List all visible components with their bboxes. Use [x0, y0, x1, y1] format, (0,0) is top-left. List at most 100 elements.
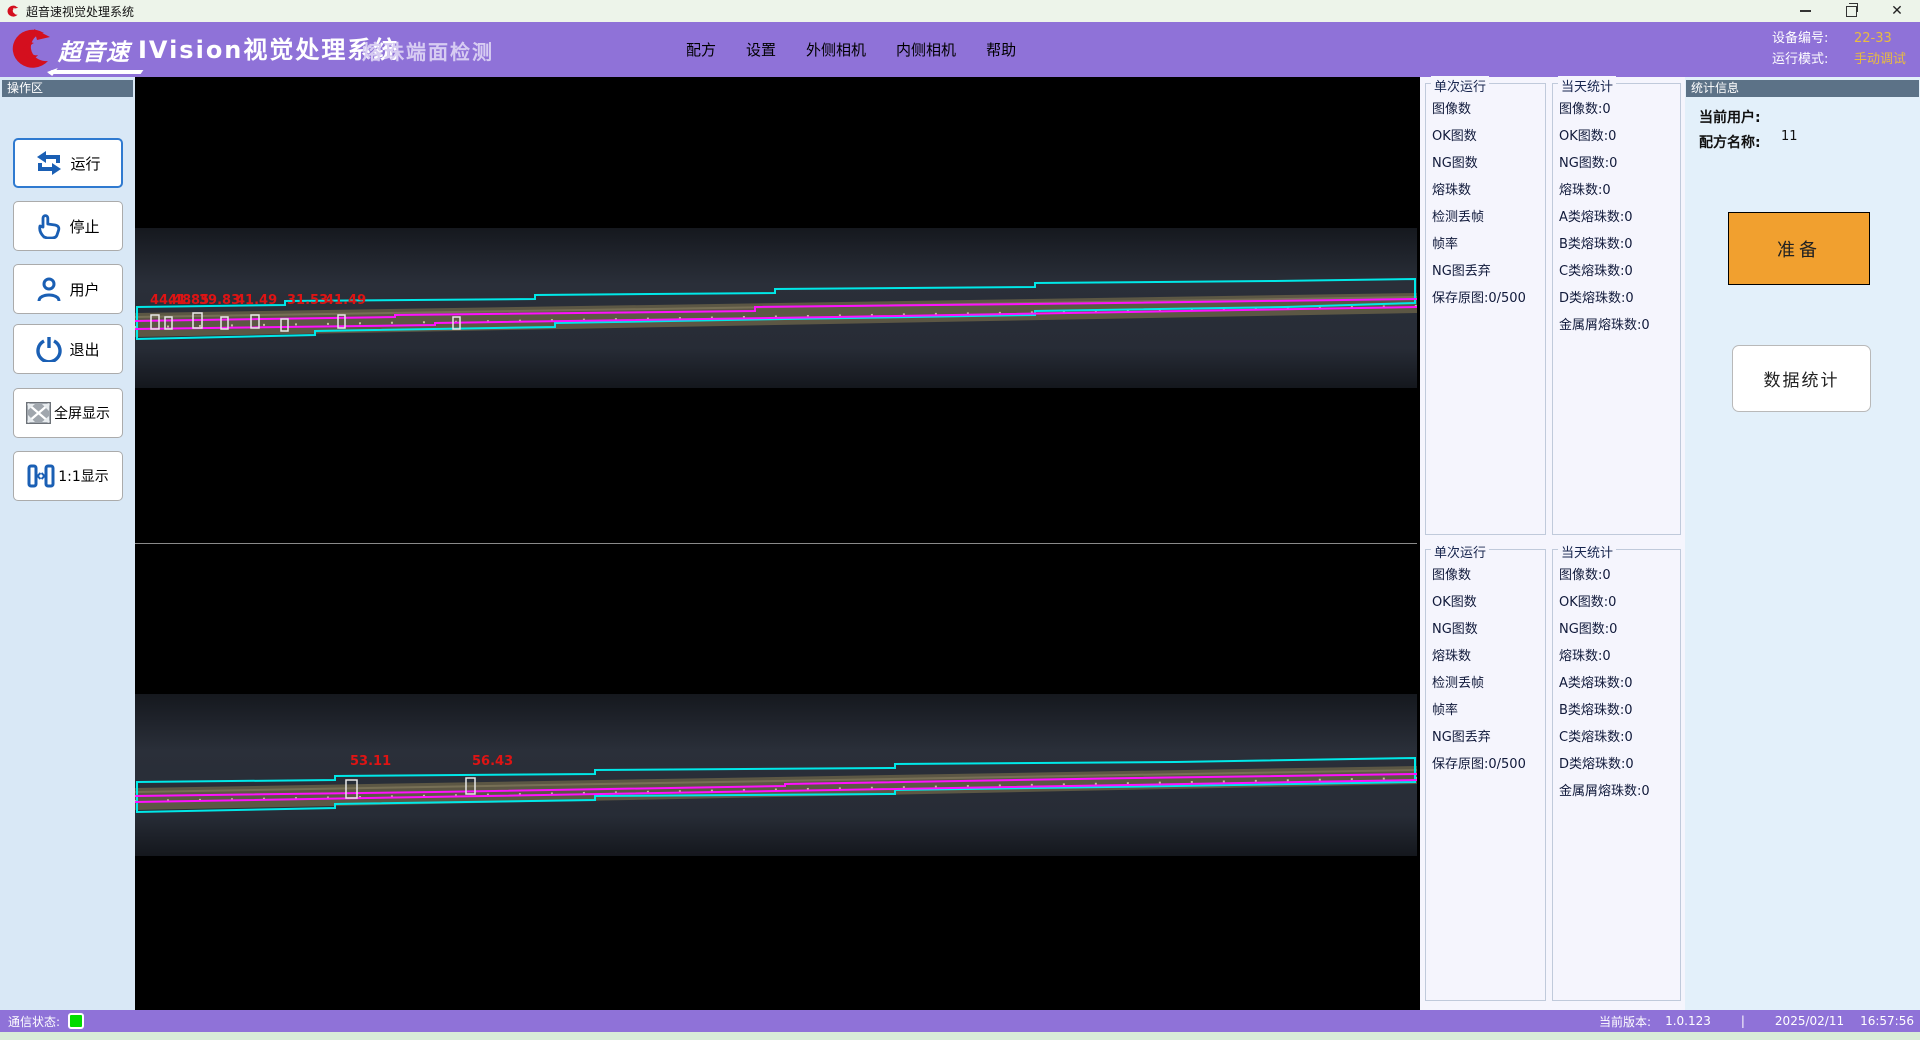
close-button[interactable]: ✕	[1874, 0, 1920, 22]
sidebar-caption: 操作区	[2, 80, 133, 97]
stat-item: C类熔珠数:0	[1559, 258, 1680, 285]
daily-stats-groupbox: 当天统计 图像数:0OK图数:0NG图数:0熔珠数:0A类熔珠数:0B类熔珠数:…	[1552, 83, 1681, 535]
stat-item: A类熔珠数:0	[1559, 670, 1680, 697]
app-subtitle: 熔珠端面检测	[362, 36, 494, 65]
version-value: 1.0.123	[1665, 1014, 1711, 1028]
run-mode-label: 运行模式:	[1772, 49, 1854, 70]
camera-display-column: 44.48 41.85 39.83 41.49 31.53 41.49	[135, 77, 1420, 1010]
stat-item: OK图数:0	[1559, 589, 1680, 616]
measurement-label: 39.83	[199, 293, 240, 308]
run-button[interactable]: 运行	[13, 138, 123, 188]
exit-button[interactable]: 退出	[13, 324, 123, 374]
brand-swoosh	[49, 70, 144, 74]
restore-button[interactable]	[1828, 0, 1874, 22]
fullscreen-button-label: 全屏显示	[54, 403, 110, 423]
brand-emblem-icon	[4, 27, 56, 73]
app-logo-icon	[5, 4, 20, 19]
stat-item: NG图数	[1432, 616, 1545, 643]
stat-item: NG图数:0	[1559, 616, 1680, 643]
recipe-name-label: 配方名称:	[1699, 132, 1761, 152]
groupbox-title: 当天统计	[1558, 76, 1616, 95]
daily-stats-items: 图像数:0OK图数:0NG图数:0熔珠数:0A类熔珠数:0B类熔珠数:0C类熔珠…	[1553, 550, 1680, 805]
stat-item: 检测丢帧	[1432, 204, 1545, 231]
brand-name: 超音速	[58, 33, 130, 67]
stats-section-outer: 单次运行 图像数OK图数NG图数熔珠数检测丢帧帧率NG图丢弃保存原图:0/500…	[1420, 77, 1685, 543]
measurement-label: 41.49	[236, 293, 277, 308]
minimize-icon	[1800, 10, 1811, 12]
status-bar-right: 当前版本: 1.0.123 | 2025/02/11 16:57:56	[1599, 1013, 1914, 1030]
measurement-label: 53.11	[350, 754, 391, 769]
menu-item-settings[interactable]: 设置	[743, 37, 779, 62]
single-run-items: 图像数OK图数NG图数熔珠数检测丢帧帧率NG图丢弃保存原图:0/500	[1426, 550, 1545, 778]
stats-column: 单次运行 图像数OK图数NG图数熔珠数检测丢帧帧率NG图丢弃保存原图:0/500…	[1420, 77, 1685, 1010]
ready-button[interactable]: 准备	[1728, 212, 1870, 285]
daily-stats-items: 图像数:0OK图数:0NG图数:0熔珠数:0A类熔珠数:0B类熔珠数:0C类熔珠…	[1553, 84, 1680, 339]
stat-item: 熔珠数	[1432, 177, 1545, 204]
user-button-label: 用户	[69, 279, 99, 300]
stat-item: NG图丢弃	[1432, 724, 1545, 751]
stop-button-label: 停止	[69, 216, 99, 237]
user-icon	[36, 276, 62, 302]
single-run-groupbox: 单次运行 图像数OK图数NG图数熔珠数检测丢帧帧率NG图丢弃保存原图:0/500	[1425, 83, 1546, 535]
info-panel-caption: 统计信息	[1686, 80, 1919, 97]
stop-hand-icon	[36, 213, 62, 239]
outer-camera-overlay	[135, 77, 1417, 543]
data-statistics-button[interactable]: 数据统计	[1732, 345, 1871, 412]
stat-item: NG图数	[1432, 150, 1545, 177]
stat-item: 检测丢帧	[1432, 670, 1545, 697]
window-titlebar: 超音速视觉处理系统 ✕	[0, 0, 1920, 22]
device-number-value: 22-33	[1854, 28, 1892, 49]
groupbox-title: 单次运行	[1431, 542, 1489, 561]
one-to-one-button-label: 1:1显示	[58, 466, 109, 486]
inner-camera-overlay	[135, 544, 1417, 1010]
status-separator: |	[1741, 1014, 1745, 1028]
stat-item: OK图数:0	[1559, 123, 1680, 150]
menu-item-inner-camera[interactable]: 内侧相机	[893, 37, 959, 62]
stop-button[interactable]: 停止	[13, 201, 123, 251]
menu-item-recipe[interactable]: 配方	[683, 37, 719, 62]
comm-status-label: 通信状态:	[8, 1013, 60, 1030]
main-area: 操作区 运行 停止	[0, 77, 1920, 1010]
menu-item-help[interactable]: 帮助	[983, 37, 1019, 62]
stat-item: OK图数	[1432, 589, 1545, 616]
stat-item: 金属屑熔珠数:0	[1559, 778, 1680, 805]
main-menu: 配方 设置 外侧相机 内侧相机 帮助	[683, 22, 1019, 77]
user-button[interactable]: 用户	[13, 264, 123, 314]
recipe-name-value: 11	[1781, 129, 1798, 144]
version-label: 当前版本:	[1599, 1013, 1651, 1030]
stat-item: 图像数	[1432, 96, 1545, 123]
fullscreen-button[interactable]: 全屏显示	[13, 388, 123, 438]
stat-item: B类熔珠数:0	[1559, 697, 1680, 724]
one-to-one-icon	[27, 463, 55, 489]
stat-item: 熔珠数:0	[1559, 643, 1680, 670]
minimize-button[interactable]	[1782, 0, 1828, 22]
stat-item: C类熔珠数:0	[1559, 724, 1680, 751]
stat-item: 熔珠数:0	[1559, 177, 1680, 204]
stat-item: B类熔珠数:0	[1559, 231, 1680, 258]
run-mode-value: 手动调试	[1854, 49, 1906, 70]
single-run-groupbox: 单次运行 图像数OK图数NG图数熔珠数检测丢帧帧率NG图丢弃保存原图:0/500	[1425, 549, 1546, 1001]
measurement-label: 56.43	[472, 754, 513, 769]
stat-item: 图像数:0	[1559, 562, 1680, 589]
outer-camera-view: 44.48 41.85 39.83 41.49 31.53 41.49	[135, 77, 1417, 543]
menu-item-outer-camera[interactable]: 外侧相机	[803, 37, 869, 62]
stats-section-inner: 单次运行 图像数OK图数NG图数熔珠数检测丢帧帧率NG图丢弃保存原图:0/500…	[1420, 543, 1685, 1009]
groupbox-title: 当天统计	[1558, 542, 1616, 561]
exit-button-label: 退出	[69, 339, 99, 360]
stat-item: A类熔珠数:0	[1559, 204, 1680, 231]
stat-item: NG图丢弃	[1432, 258, 1545, 285]
stat-item: 熔珠数	[1432, 643, 1545, 670]
comm-status-indicator	[68, 1013, 84, 1029]
measurement-label: 31.53	[287, 293, 328, 308]
one-to-one-button[interactable]: 1:1显示	[13, 451, 123, 501]
restore-icon	[1846, 6, 1857, 17]
inner-camera-view: 53.11 56.43	[135, 544, 1417, 1010]
window-title: 超音速视觉处理系统	[26, 3, 134, 20]
stat-item: 保存原图:0/500	[1432, 285, 1545, 312]
daily-stats-groupbox: 当天统计 图像数:0OK图数:0NG图数:0熔珠数:0A类熔珠数:0B类熔珠数:…	[1552, 549, 1681, 1001]
operation-sidebar: 操作区 运行 停止	[0, 77, 135, 1010]
device-number-label: 设备编号:	[1772, 28, 1854, 49]
current-user-label: 当前用户:	[1699, 107, 1761, 127]
app-title: IVision视觉处理系统	[138, 30, 399, 65]
status-bar: 通信状态: 当前版本: 1.0.123 | 2025/02/11 16:57:5…	[0, 1010, 1920, 1032]
